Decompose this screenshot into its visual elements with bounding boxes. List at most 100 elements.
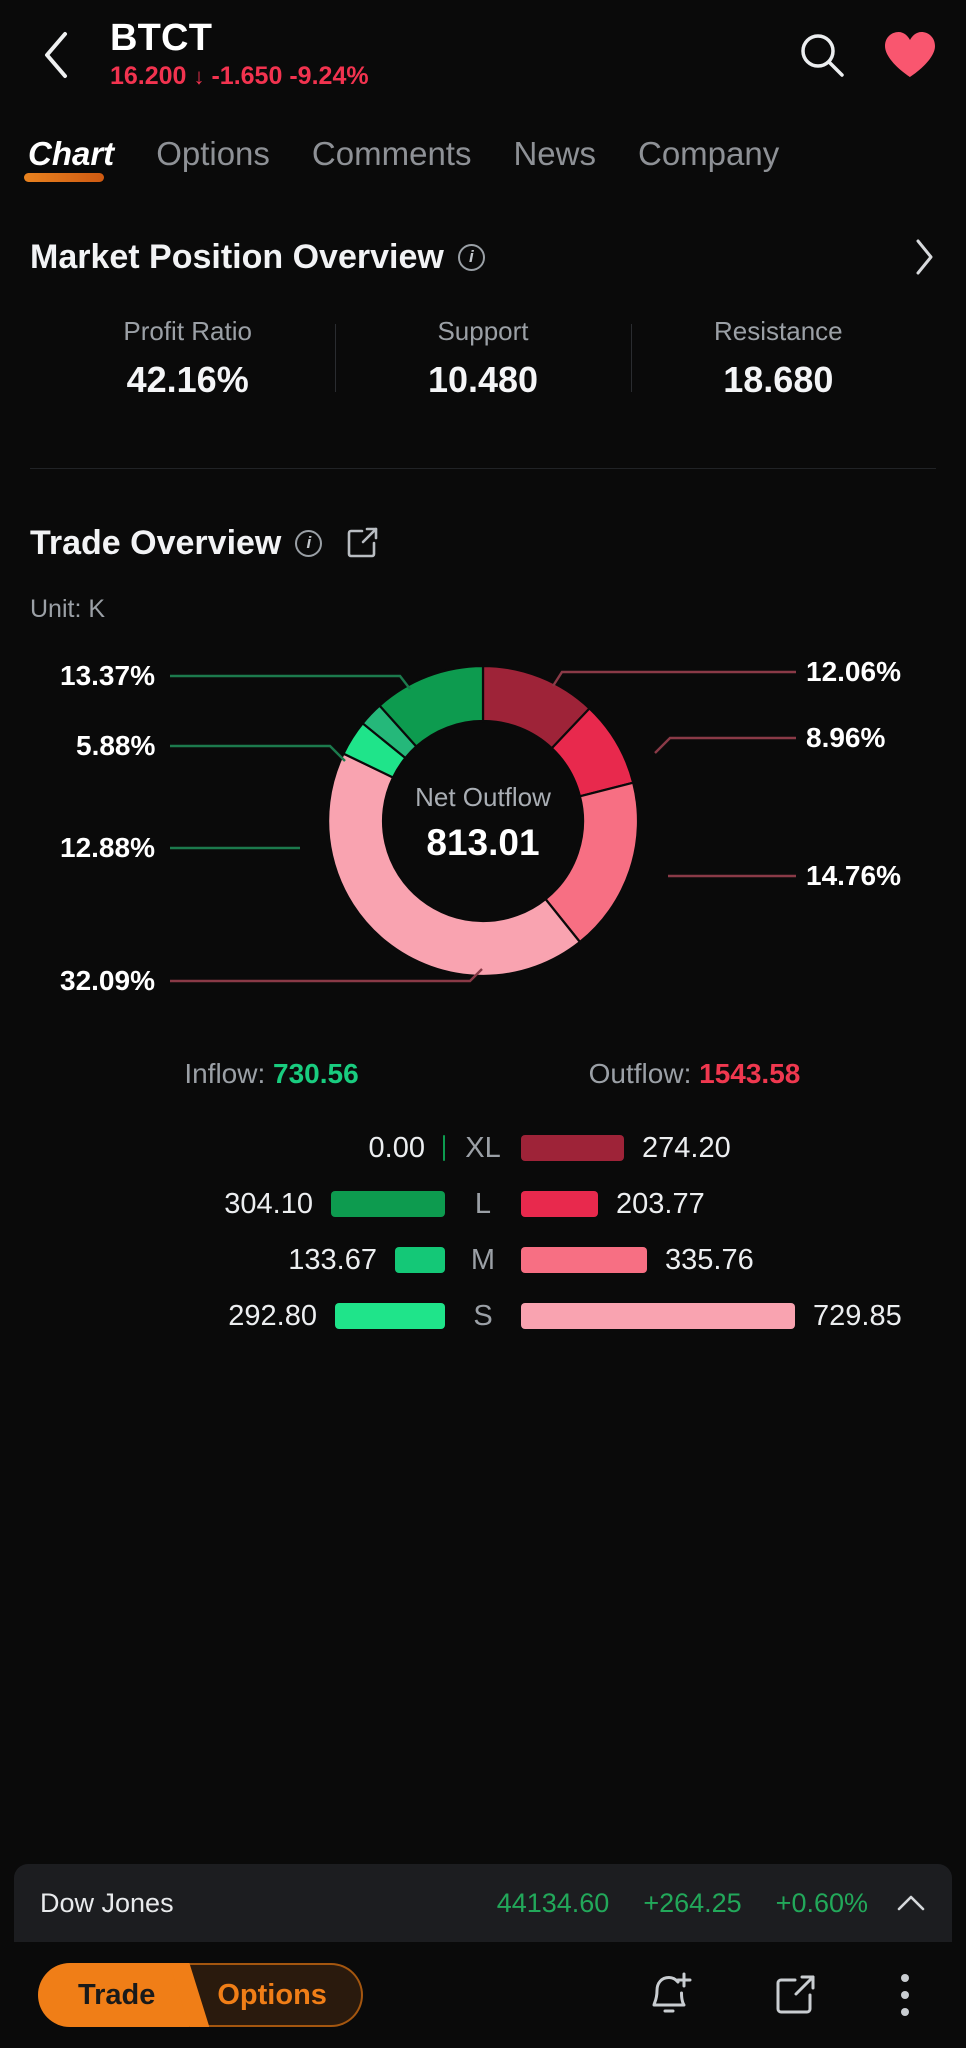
flow-summary-row: Inflow: 730.56 Outflow: 1543.58: [0, 1058, 966, 1090]
ticker-symbol: BTCT: [110, 16, 213, 59]
net-flow-value: 813.01: [426, 822, 540, 863]
inflow-label: Inflow:: [184, 1058, 266, 1089]
index-change-pct: +0.60%: [775, 1887, 868, 1918]
outflow-bar: [521, 1135, 624, 1161]
inflow-bar: [331, 1191, 445, 1217]
net-flow-label: Net Outflow: [415, 782, 551, 812]
row-inflow: 133.67: [28, 1243, 445, 1276]
stat-resistance: Resistance 18.680: [630, 316, 926, 400]
pct-label-l-inflow: 13.37%: [60, 660, 155, 691]
market-position-expand-button[interactable]: [914, 238, 936, 276]
heart-icon: [885, 32, 935, 77]
current-price: 16.200: [110, 62, 187, 91]
pct-label-xl-outflow: 12.06%: [806, 656, 901, 687]
row-inflow: 292.80: [28, 1299, 445, 1332]
pct-label-l-outflow: 8.96%: [806, 722, 886, 753]
stat-label: Profit Ratio: [123, 316, 252, 346]
donut-center-label: Net Outflow 813.01: [0, 784, 966, 861]
main-tabs: Chart Options Comments News Company: [0, 110, 966, 182]
row-outflow: 335.76: [521, 1243, 938, 1276]
inflow-bar: [395, 1247, 445, 1273]
stat-profit-ratio: Profit Ratio 42.16%: [40, 318, 335, 398]
section-divider: [30, 468, 936, 469]
alert-button[interactable]: [648, 1969, 694, 2021]
stat-label: Resistance: [714, 316, 843, 346]
inflow-amount: 133.67: [288, 1243, 377, 1276]
market-position-section: Market Position Overview i Profit Ratio …: [0, 238, 966, 469]
price-line: 16.200 ↓ -1.650 -9.24%: [110, 62, 796, 91]
tab-options[interactable]: Options: [156, 137, 270, 182]
chevron-up-icon: [897, 1895, 925, 1911]
ticker-block: BTCT 16.200 ↓ -1.650 -9.24%: [110, 16, 796, 92]
row-inflow: 304.10: [28, 1189, 445, 1219]
share-button[interactable]: [346, 525, 380, 561]
pct-label-s-outflow: 32.09%: [60, 965, 155, 996]
donut-chart: 13.37% 5.88% 12.88% 32.09% 12.06% 8.96% …: [0, 636, 966, 1036]
leader-line: [170, 744, 346, 762]
flow-bars-table: 0.00 XL 274.20 304.10 L 203.77 133.67 M …: [0, 1120, 966, 1344]
row-outflow: 274.20: [521, 1131, 938, 1164]
outflow-amount: 335.76: [665, 1243, 754, 1276]
row-category: M: [470, 1243, 496, 1276]
outflow-bar: [521, 1191, 598, 1217]
share-button[interactable]: [774, 1971, 818, 2019]
row-category: L: [474, 1187, 492, 1220]
trade-overview-header: Trade Overview i: [30, 525, 936, 561]
stat-value: 10.480: [427, 359, 539, 400]
market-position-title: Market Position Overview: [30, 238, 444, 276]
bell-plus-icon: [652, 1972, 692, 2013]
tab-company[interactable]: Company: [638, 137, 779, 182]
table-row: 304.10 L 203.77: [28, 1176, 938, 1232]
chevron-left-icon: [45, 32, 67, 78]
price-change: -1.650: [211, 62, 283, 91]
index-expand-button[interactable]: [896, 1893, 926, 1913]
stat-value: 18.680: [723, 359, 834, 400]
tab-comments[interactable]: Comments: [312, 137, 472, 182]
header-actions: [796, 29, 938, 81]
trade-button[interactable]: Trade: [38, 1963, 190, 2027]
search-button[interactable]: [796, 29, 848, 81]
back-button[interactable]: [28, 27, 84, 83]
row-outflow: 729.85: [521, 1301, 938, 1331]
stat-label: Support: [437, 316, 529, 346]
search-icon: [801, 34, 844, 77]
trade-overview-title: Trade Overview: [30, 524, 282, 562]
favorite-button[interactable]: [882, 29, 938, 81]
outflow-value: 1543.58: [699, 1058, 801, 1089]
index-change: +264.25: [643, 1887, 742, 1918]
row-outflow: 203.77: [521, 1187, 938, 1220]
down-arrow-icon: ↓: [193, 63, 205, 89]
market-position-header[interactable]: Market Position Overview i: [30, 238, 936, 276]
more-menu-button[interactable]: [898, 1971, 912, 2019]
pct-label-m-outflow: 14.76%: [806, 860, 901, 891]
table-row: 133.67 M 335.76: [28, 1232, 938, 1288]
info-icon[interactable]: i: [457, 243, 485, 271]
share-icon: [776, 1975, 815, 2014]
tab-news[interactable]: News: [513, 137, 596, 182]
more-vertical-icon: [901, 1974, 909, 2016]
index-values: 44134.60 +264.25 +0.60%: [497, 1888, 868, 1919]
index-price: 44134.60: [496, 1887, 610, 1918]
price-change-pct: -9.24%: [289, 62, 369, 91]
outflow-amount: 203.77: [616, 1187, 705, 1220]
index-ticker-strip[interactable]: Dow Jones 44134.60 +264.25 +0.60%: [14, 1864, 952, 1942]
inflow-value: 730.56: [273, 1058, 359, 1089]
inflow-amount: 292.80: [228, 1299, 317, 1332]
info-icon[interactable]: i: [295, 529, 323, 557]
inflow-bar: [335, 1303, 445, 1329]
row-inflow: 0.00: [28, 1131, 445, 1164]
table-row: 292.80 S 729.85: [28, 1288, 938, 1344]
stat-support: Support 10.480: [335, 318, 630, 398]
index-name: Dow Jones: [40, 1887, 174, 1918]
table-row: 0.00 XL 274.20: [28, 1120, 938, 1176]
outflow-summary: Outflow: 1543.58: [483, 1058, 906, 1090]
share-icon: [348, 527, 378, 558]
pct-label-m-inflow: 5.88%: [76, 730, 156, 761]
tab-chart[interactable]: Chart: [23, 137, 114, 182]
bottom-icon-group: [648, 1969, 928, 2021]
outflow-amount: 274.20: [642, 1131, 731, 1164]
leader-line: [654, 736, 796, 754]
outflow-label: Outflow:: [588, 1058, 692, 1089]
chevron-right-icon: [916, 239, 933, 275]
inflow-amount: 0.00: [368, 1131, 425, 1164]
